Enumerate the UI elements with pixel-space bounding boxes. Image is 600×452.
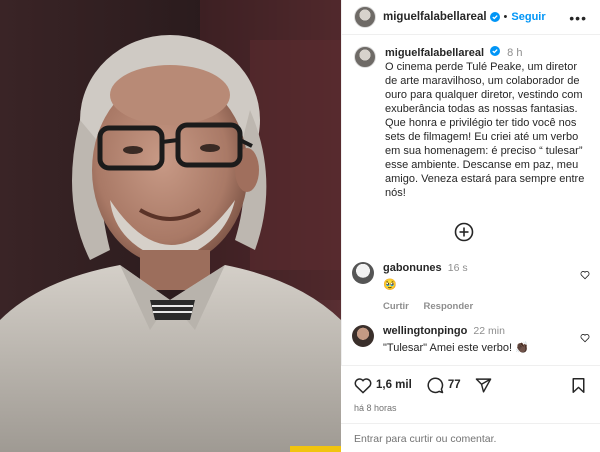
caption-time: 8 h [507, 47, 523, 59]
author-username[interactable]: miguelfalabellareal [383, 11, 487, 23]
add-comment-text: para curtir ou comentar. [385, 432, 497, 445]
verified-badge-icon [490, 46, 501, 56]
caption-body: miguelfalabellareal 8 h O cinema perde T… [385, 46, 585, 200]
comment-text: 🥹 [383, 279, 397, 291]
commenter-username[interactable]: wellingtonpingo [383, 325, 467, 337]
comment-item: wellingtonpingo 22 min "Tulesar" Amei es… [352, 325, 592, 354]
commenter-username[interactable]: gabonunes [383, 262, 442, 274]
post-actions: 1,6 mil 77 há 8 horas Entrar para curtir… [341, 365, 600, 452]
comment-reply-button[interactable]: Responder [424, 301, 474, 312]
add-comment-bar: Entrar para curtir ou comentar. [341, 423, 600, 452]
share-icon[interactable] [475, 377, 492, 394]
post-header: miguelfalabellareal • Seguir ••• [342, 0, 600, 35]
heart-icon[interactable] [580, 333, 590, 343]
follow-button[interactable]: Seguir [511, 11, 545, 23]
separator-dot: • [503, 11, 508, 23]
heart-icon[interactable] [580, 270, 590, 280]
comment-text: "Tulesar" Amei este verbo! 👏🏿 [383, 342, 529, 354]
post-photo[interactable] [0, 0, 341, 452]
post-time-ago: há 8 horas [354, 403, 397, 413]
caption-avatar[interactable] [354, 46, 376, 68]
author-avatar[interactable] [354, 6, 376, 28]
comment-time: 16 s [447, 262, 468, 274]
comment-item: gabonunes 16 s 🥹 Curtir Responder [352, 262, 592, 312]
commenter-avatar[interactable] [352, 262, 374, 284]
plus-circle-icon[interactable] [454, 222, 474, 242]
caption-text: O cinema perde Tulé Peake, um diretor de… [385, 61, 585, 199]
comment-icon[interactable] [426, 376, 444, 394]
verified-badge-icon [489, 12, 500, 22]
heart-icon[interactable] [354, 377, 372, 394]
likes-count[interactable]: 1,6 mil [376, 379, 412, 391]
comments-count[interactable]: 77 [448, 379, 461, 391]
commenter-avatar[interactable] [352, 325, 374, 347]
more-options-icon[interactable]: ••• [569, 10, 587, 26]
comment-time: 22 min [473, 325, 505, 337]
bookmark-icon[interactable] [571, 377, 586, 394]
portrait-image [0, 0, 341, 452]
login-link[interactable]: Entrar [354, 433, 383, 445]
instagram-post-view: miguelfalabellareal • Seguir ••• miguelf… [0, 0, 600, 452]
comment-like-button[interactable]: Curtir [383, 301, 409, 312]
caption-username[interactable]: miguelfalabellareal [385, 47, 484, 59]
post-caption: miguelfalabellareal 8 h O cinema perde T… [354, 46, 594, 200]
